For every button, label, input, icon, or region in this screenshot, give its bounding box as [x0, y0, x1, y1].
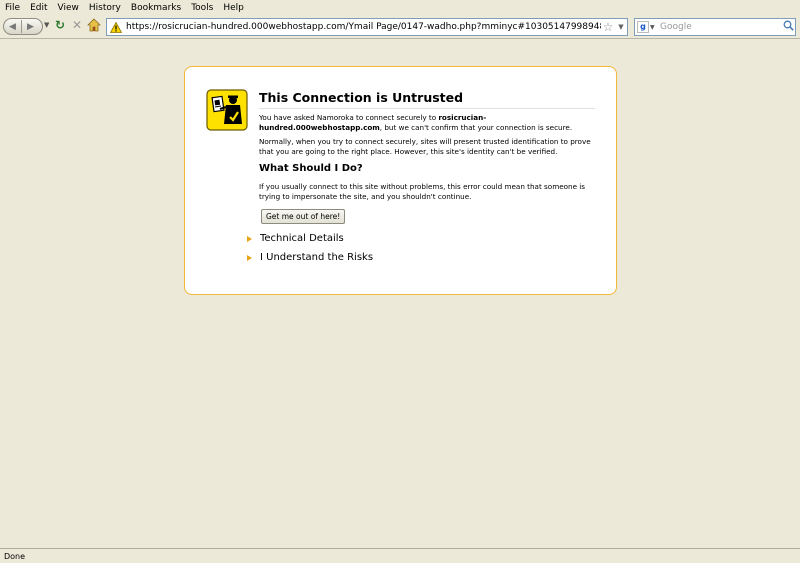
back-forward-group: ◀ ▶ [3, 18, 43, 35]
technical-details-label[interactable]: Technical Details [260, 233, 344, 244]
page-content: This Connection is Untrusted You have as… [0, 40, 800, 548]
engine-dropdown-icon: ▼ [650, 23, 655, 31]
url-bar[interactable]: https://rosicrucian-hundred.000webhostap… [106, 18, 628, 36]
menu-file[interactable]: File [2, 3, 27, 13]
status-text: Done [4, 551, 26, 561]
history-dropdown-icon[interactable]: ▼ [44, 21, 52, 38]
expand-arrow-icon [247, 235, 252, 242]
menu-history[interactable]: History [86, 3, 128, 13]
explanation-text: Normally, when you try to connect secure… [259, 137, 591, 156]
home-icon[interactable] [86, 18, 102, 35]
menu-bar: File Edit View History Bookmarks Tools H… [0, 0, 800, 15]
advice-text: If you usually connect to this site with… [259, 182, 586, 201]
menu-tools[interactable]: Tools [188, 3, 220, 13]
google-icon: g [637, 21, 649, 33]
warning-icon[interactable] [107, 19, 124, 35]
status-bar: Done [0, 548, 800, 563]
menu-edit[interactable]: Edit [27, 3, 54, 13]
intro-text-pre: You have asked Namoroka to connect secur… [259, 113, 439, 122]
identity-shield-icon [206, 89, 248, 131]
url-dropdown-icon[interactable]: ▼ [615, 23, 627, 31]
forward-icon[interactable]: ▶ [22, 22, 39, 32]
error-page-container: This Connection is Untrusted You have as… [184, 66, 617, 295]
menu-view[interactable]: View [55, 3, 86, 13]
understand-risks-label[interactable]: I Understand the Risks [260, 252, 373, 263]
menu-bookmarks[interactable]: Bookmarks [128, 3, 188, 13]
get-me-out-button[interactable]: Get me out of here! [261, 209, 346, 224]
understand-risks-expander[interactable]: I Understand the Risks [247, 252, 373, 263]
search-bar[interactable]: g ▼ Google [634, 18, 796, 36]
menu-help[interactable]: Help [220, 3, 251, 13]
what-should-i-do-heading: What Should I Do? [259, 163, 363, 174]
page-title: This Connection is Untrusted [259, 90, 595, 109]
reload-icon[interactable]: ↻ [52, 18, 68, 35]
star-icon[interactable]: ☆ [601, 20, 615, 34]
url-text[interactable]: https://rosicrucian-hundred.000webhostap… [124, 22, 601, 32]
magnifier-icon[interactable] [781, 20, 795, 34]
technical-details-expander[interactable]: Technical Details [247, 233, 344, 244]
stop-icon[interactable]: ✕ [69, 18, 85, 35]
search-engine-selector[interactable]: g ▼ [635, 19, 657, 35]
search-input[interactable]: Google [657, 22, 781, 32]
expand-arrow-icon [247, 254, 252, 261]
intro-text-post: , but we can't confirm that your connect… [379, 122, 573, 132]
back-icon[interactable]: ◀ [4, 22, 21, 32]
intro-text: You have asked Namoroka to connect secur… [259, 113, 597, 132]
